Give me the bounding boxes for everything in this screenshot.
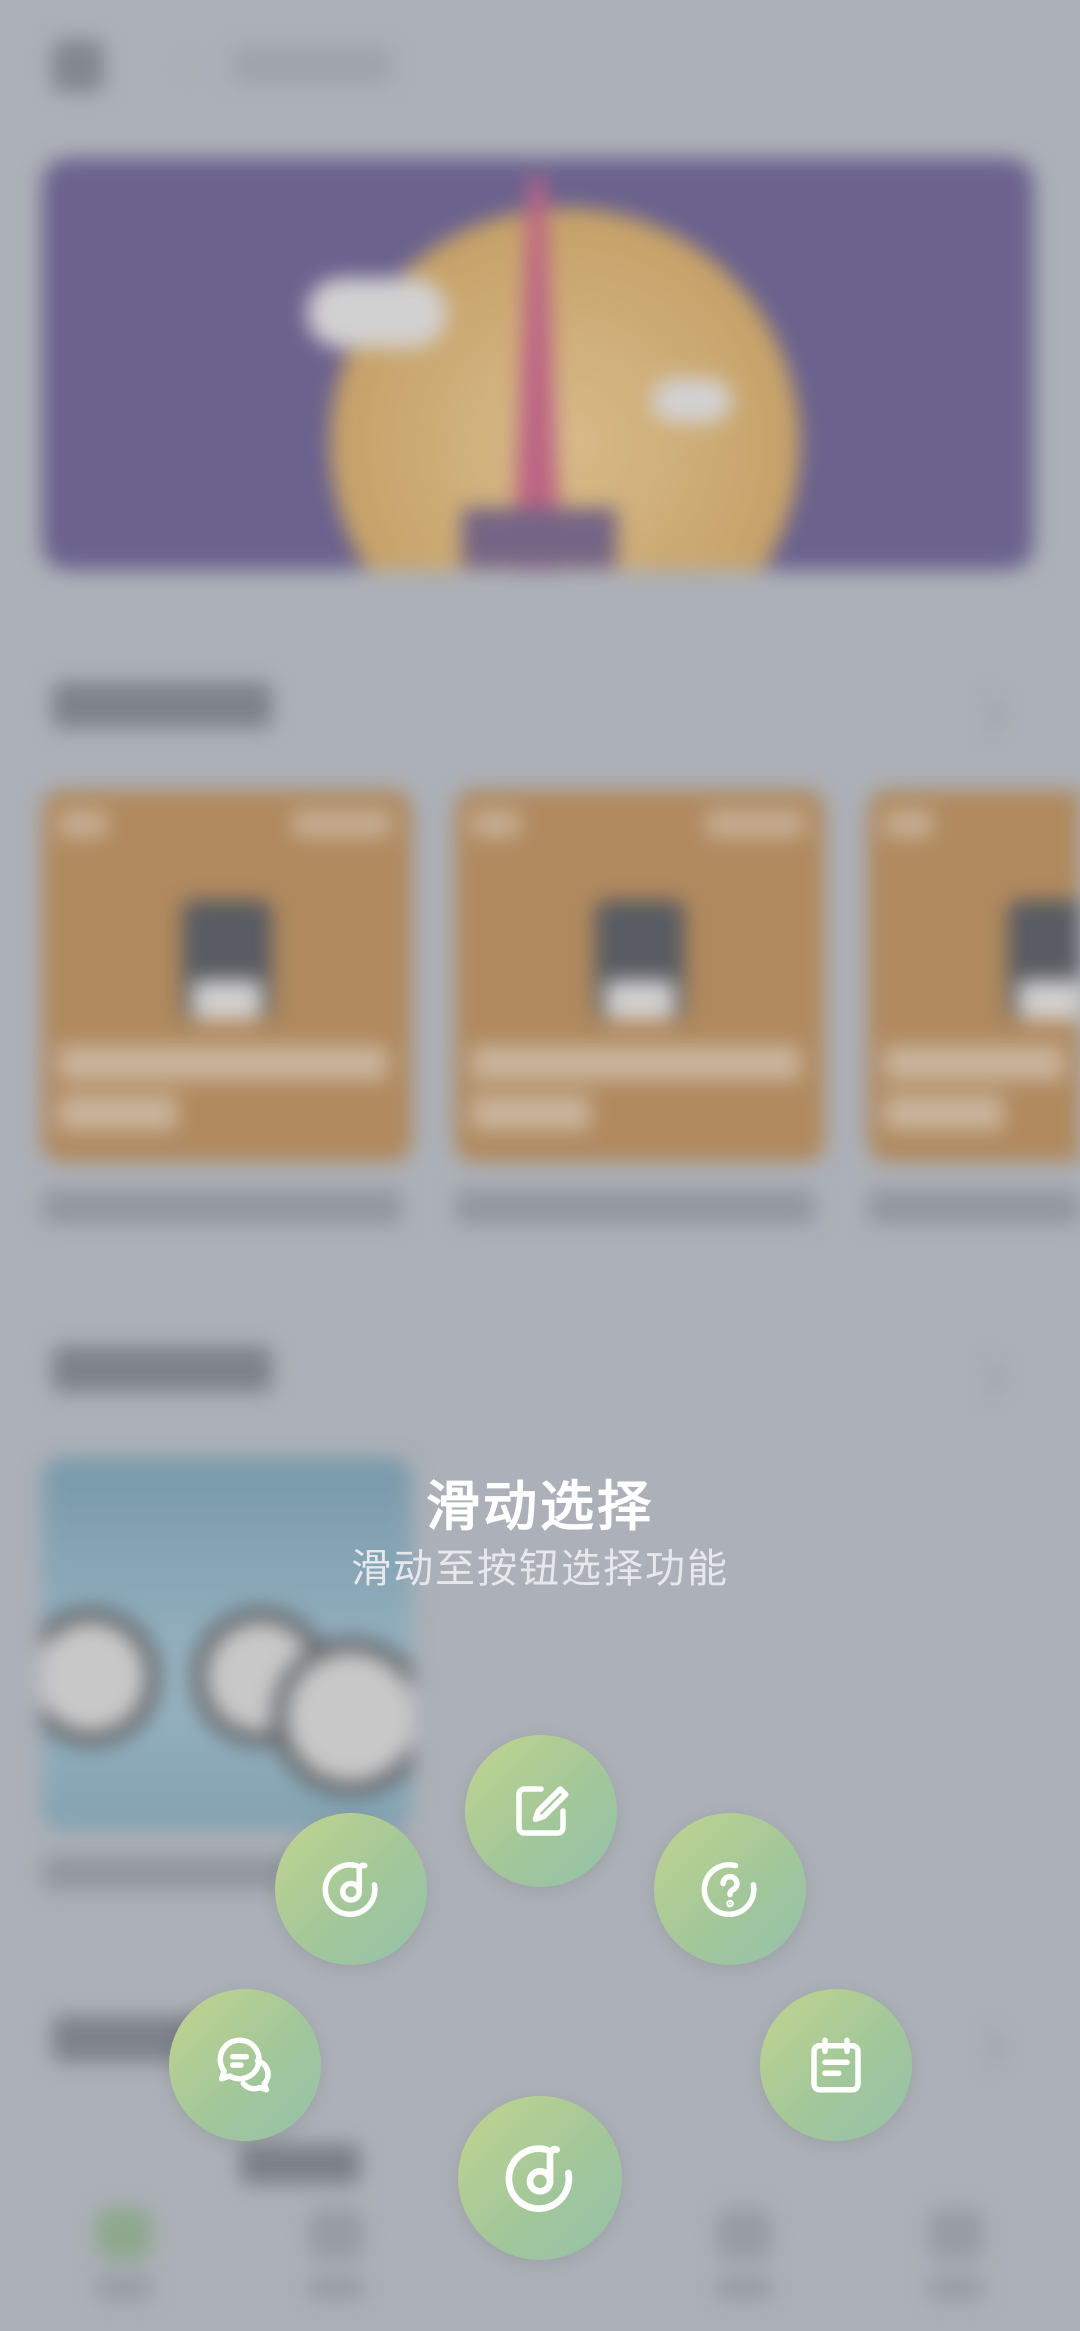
edit-button[interactable] — [465, 1735, 617, 1887]
music-disc-icon — [322, 1862, 378, 1917]
overlay-subtitle: 滑动至按钮选择功能 — [351, 1547, 729, 1591]
chat-icon — [217, 2037, 271, 2093]
calendar-button[interactable] — [760, 1989, 912, 2141]
music-disc-icon — [505, 2145, 573, 2212]
overlay-scrim[interactable] — [0, 0, 1080, 2331]
help-button[interactable] — [654, 1813, 806, 1965]
help-icon — [701, 1862, 757, 1917]
main-music-button[interactable] — [458, 2096, 622, 2260]
overlay-title: 滑动选择 — [426, 1477, 654, 1537]
calendar-icon — [811, 2037, 861, 2093]
music-button[interactable] — [275, 1813, 427, 1965]
chat-button[interactable] — [169, 1989, 321, 2141]
edit-icon — [516, 1786, 569, 1836]
